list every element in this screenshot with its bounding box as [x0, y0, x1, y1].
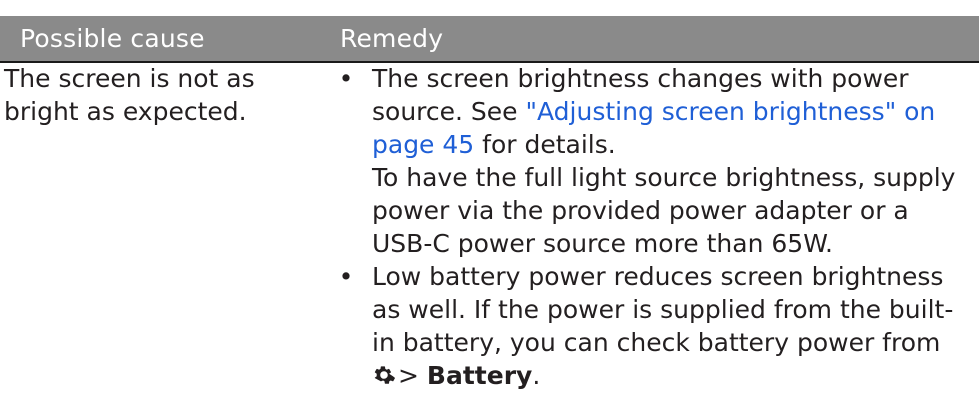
- remedy-item-1: • The screen brightness changes with pow…: [334, 62, 974, 260]
- troubleshooting-table: Possible cause Remedy The screen is not …: [0, 0, 979, 417]
- remedy-1-text-end: for details.: [474, 130, 616, 159]
- cause-line-1: The screen is not as: [4, 64, 255, 93]
- remedy-list: • The screen brightness changes with pow…: [334, 62, 974, 392]
- battery-setting-label: Battery: [426, 361, 533, 390]
- possible-cause-cell: The screen is not as bright as expected.: [4, 62, 304, 128]
- remedy-1-extra-text: To have the full light source brightness…: [372, 163, 956, 258]
- bullet-icon: •: [338, 64, 354, 93]
- gear-icon: [372, 362, 396, 386]
- cause-line-2: bright as expected.: [4, 97, 247, 126]
- bullet-icon: •: [338, 262, 354, 291]
- header-possible-cause: Possible cause: [20, 24, 205, 53]
- menu-separator: >: [398, 361, 419, 390]
- remedy-2-end-punctuation: .: [532, 361, 541, 390]
- table-header-row: Possible cause Remedy: [0, 16, 979, 61]
- remedy-2-text: Low battery power reduces screen brightn…: [372, 262, 954, 357]
- remedy-item-2: • Low battery power reduces screen brigh…: [334, 260, 974, 392]
- header-remedy: Remedy: [340, 24, 444, 53]
